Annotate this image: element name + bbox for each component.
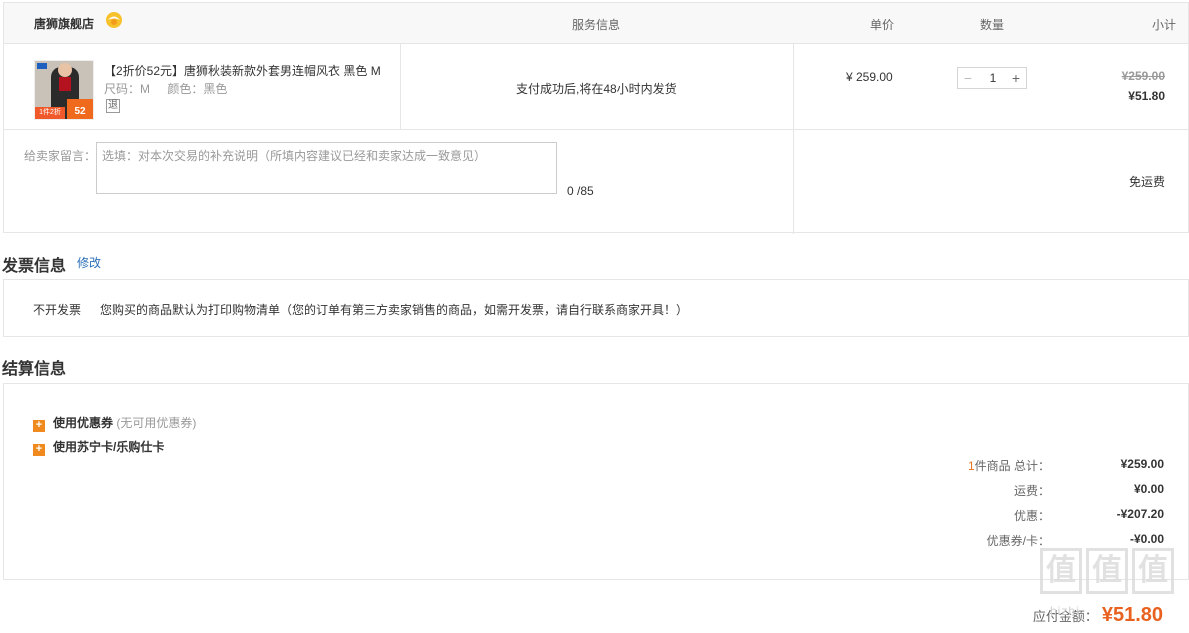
shop-badge-icon bbox=[106, 12, 122, 28]
order-header: 唐狮旗舰店 服务信息 单价 数量 小计 bbox=[4, 3, 1188, 44]
settlement-box: + 使用优惠券 (无可用优惠券) + 使用苏宁卡/乐购仕卡 1件商品 总计： ¥25… bbox=[3, 383, 1189, 580]
product-attributes: 尺码：M 颜色：黑色 bbox=[104, 80, 241, 97]
message-label: 给卖家留言： bbox=[24, 149, 97, 163]
summary-value: ¥259.00 bbox=[1120, 457, 1164, 471]
use-coupon-option[interactable]: + 使用优惠券 (无可用优惠券) bbox=[33, 414, 196, 432]
summary-label-text: 件商品 总计： bbox=[974, 459, 1050, 473]
thumb-collar bbox=[59, 77, 71, 91]
coupon-label: 使用优惠券 bbox=[53, 416, 114, 430]
expand-plus-icon: + bbox=[33, 420, 45, 432]
summary-row-discount: 优惠： -¥207.20 bbox=[4, 507, 1189, 525]
service-info: 支付成功后,将在48小时内发货 bbox=[516, 82, 677, 96]
shipping-note: 免运费 bbox=[1128, 175, 1165, 189]
return-badge: 退 bbox=[106, 99, 120, 113]
summary-label: 优惠券/卡： bbox=[986, 534, 1050, 548]
watermark-glyph: 值 bbox=[1132, 548, 1174, 594]
header-subtotal: 小计 bbox=[1151, 18, 1176, 32]
use-card-option[interactable]: + 使用苏宁卡/乐购仕卡 bbox=[33, 438, 164, 456]
column-divider-right bbox=[793, 44, 794, 234]
header-unit-price: 单价 bbox=[870, 18, 895, 32]
summary-label: 运费： bbox=[1013, 484, 1050, 498]
order-item-row: 1件2折 52 【2折价52元】唐狮秋装新款外套男连帽风衣 黑色 M 尺码：M … bbox=[4, 44, 1188, 130]
item-count: 1 bbox=[967, 459, 975, 473]
thumb-head bbox=[58, 63, 72, 77]
card-label: 使用苏宁卡/乐购仕卡 bbox=[53, 440, 165, 454]
invoice-edit-link[interactable]: 修改 bbox=[77, 254, 101, 271]
order-box: 唐狮旗舰店 服务信息 单价 数量 小计 1件2折 52 【2折价52元】唐狮秋装… bbox=[3, 2, 1189, 234]
thumb-tag-right: 52 bbox=[67, 99, 93, 119]
seller-message-input[interactable] bbox=[96, 142, 557, 194]
invoice-box: 不开发票 您购买的商品默认为打印购物清单（您的订单有第三方卖家销售的商品，如需开… bbox=[3, 279, 1189, 337]
summary-label: 1件商品 总计： bbox=[968, 457, 1050, 474]
settlement-section-title: 结算信息 bbox=[2, 361, 67, 378]
message-char-count: 0 /85 bbox=[567, 184, 594, 198]
original-subtotal: ¥259.00 bbox=[1121, 69, 1165, 83]
summary-row-shipping: 运费： ¥0.00 bbox=[4, 482, 1189, 500]
item-subtotal: ¥51.80 bbox=[1128, 89, 1165, 103]
product-color: 颜色：黑色 bbox=[167, 82, 228, 96]
product-title[interactable]: 【2折价52元】唐狮秋装新款外套男连帽风衣 黑色 M bbox=[104, 62, 381, 79]
qty-minus-button[interactable]: − bbox=[958, 68, 978, 88]
thumb-tag-left: 1件2折 bbox=[35, 107, 65, 119]
header-quantity: 数量 bbox=[980, 18, 1005, 32]
summary-row-total: 1件商品 总计： ¥259.00 bbox=[4, 457, 1189, 475]
product-size: 尺码：M bbox=[104, 82, 150, 96]
summary-value: ¥0.00 bbox=[1133, 482, 1164, 496]
watermark-site: bizhi bbox=[1050, 604, 1080, 618]
summary-value: -¥0.00 bbox=[1129, 532, 1164, 546]
coupon-note: (无可用优惠券) bbox=[116, 416, 197, 430]
watermark-logo: 值值值 bbox=[1040, 548, 1186, 608]
summary-value: -¥207.20 bbox=[1116, 507, 1164, 521]
expand-plus-icon: + bbox=[33, 444, 45, 456]
unit-price: ¥ 259.00 bbox=[846, 70, 893, 84]
summary-label: 优惠： bbox=[1013, 509, 1050, 523]
column-divider bbox=[400, 44, 401, 130]
quantity-stepper: − 1 + bbox=[957, 67, 1027, 89]
qty-plus-button[interactable]: + bbox=[1006, 68, 1026, 88]
invoice-section-title: 发票信息 bbox=[2, 258, 67, 275]
watermark-glyph: 值 bbox=[1086, 548, 1128, 594]
shop-name[interactable]: 唐狮旗舰店 bbox=[34, 15, 94, 32]
header-service: 服务信息 bbox=[572, 18, 621, 32]
invoice-description: 您购买的商品默认为打印购物清单（您的订单有第三方卖家销售的商品，如需开发票，请自… bbox=[100, 303, 689, 317]
watermark-glyph: 值 bbox=[1040, 548, 1082, 594]
invoice-type: 不开发票 bbox=[33, 303, 82, 317]
summary-row-coupon: 优惠券/卡： -¥0.00 bbox=[4, 532, 1189, 550]
thumb-logo bbox=[37, 63, 47, 69]
qty-value[interactable]: 1 bbox=[978, 68, 1008, 88]
product-thumbnail[interactable]: 1件2折 52 bbox=[34, 60, 94, 120]
